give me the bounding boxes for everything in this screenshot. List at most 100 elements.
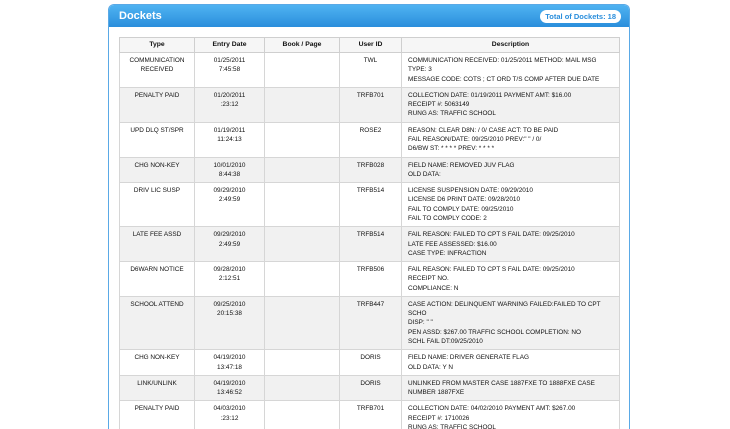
desc-line: COMMUNICATION RECEIVED: 01/25/2011 METHO… xyxy=(408,57,597,64)
type-line: RECEIVED xyxy=(140,66,174,74)
user-id-cell: TRFB447 xyxy=(339,295,402,351)
desc-line: D6/BW ST: * * * * PREV: * * * * xyxy=(408,145,495,153)
type-line: UPD DLQ ST/SPR xyxy=(130,126,184,134)
book-page-cell xyxy=(264,156,340,184)
date-line: 10/01/2010 xyxy=(213,161,246,169)
desc-line: MESSAGE CODE: COTS ; CT ORD T/S COMP AFT… xyxy=(408,75,600,83)
entry-date-cell: 09/29/2010 2:49:59 xyxy=(194,182,265,228)
type-cell: SCHOOL ATTEND xyxy=(119,295,195,351)
type-line: CHG NON-KEY xyxy=(134,354,180,362)
desc-line: UNLINKED FROM MASTER CASE 1887FXE TO 188… xyxy=(408,379,595,387)
description-cell: COLLECTION DATE: 01/19/2011 PAYMENT AMT:… xyxy=(401,86,620,123)
user-id-cell: TWL xyxy=(339,52,402,88)
entry-date-cell: 01/20/2011:23:12 xyxy=(194,86,265,123)
book-page-cell xyxy=(264,226,340,263)
column-header-entry-date: Entry Date xyxy=(194,37,265,53)
description-cell: COLLECTION DATE: 04/02/2010 PAYMENT AMT:… xyxy=(401,400,620,429)
description-cell: COMMUNICATION RECEIVED: 01/25/2011 METHO… xyxy=(401,52,620,88)
desc-line: FIELD NAME: REMOVED JUV FLAG xyxy=(408,161,515,169)
date-line: 13:47:18 xyxy=(217,363,242,371)
description-cell: LICENSE SUSPENSION DATE: 09/29/2010 LICEN… xyxy=(401,182,620,228)
book-page-cell xyxy=(264,349,340,376)
user-id-cell: ROSE2 xyxy=(339,121,402,158)
user-id-cell: TRFB701 xyxy=(339,400,402,429)
date-line: :23:12 xyxy=(220,414,239,422)
panel-title: Dockets xyxy=(119,10,162,22)
desc-line: NUMBER 1887FXE xyxy=(408,389,465,397)
desc-line: COLLECTION DATE: 01/19/2011 PAYMENT AMT:… xyxy=(408,91,572,99)
desc-line: REASON: CLEAR D8N: / 0/ CASE ACT: TO BE … xyxy=(408,126,559,134)
book-page-cell xyxy=(264,400,340,429)
description-cell: FAIL REASON: FAILED TO CPT S FAIL DATE: … xyxy=(401,226,620,263)
table-row: PENALTY PAID 04/03/2010:23:12 TRFB701 COLLE… xyxy=(119,400,620,429)
type-cell: CHG NON-KEY xyxy=(119,349,195,376)
desc-line: PEN ASSD: $267.00 TRAFFIC SCHOOL COMPLET… xyxy=(408,328,581,336)
table-row: LATE FEE ASSD 09/29/2010 2:49:59 TRFB514 FAI… xyxy=(119,226,620,263)
date-line: 01/25/2011 xyxy=(213,57,246,64)
desc-line: LICENSE D6 PRINT DATE: 09/28/2010 xyxy=(408,196,521,204)
type-line: DRIV LIC SUSP xyxy=(133,187,181,195)
entry-date-cell: 09/25/2010 20:15:38 xyxy=(194,295,265,351)
description-cell: REASON: CLEAR D8N: / 0/ CASE ACT: TO BE … xyxy=(401,121,620,158)
entry-date-cell: 10/01/2010 8:44:38 xyxy=(194,156,265,184)
type-cell: DRIV LIC SUSP xyxy=(119,182,195,228)
table-row: CHG NON-KEY 04/19/2010 13:47:18 DORIS FIELD … xyxy=(119,349,620,376)
type-line: COMMUNICATION xyxy=(129,57,185,64)
date-line: 2:49:59 xyxy=(218,240,241,248)
table-row: COMMUNICATION RECEIVED 01/25/2011 7:45:58 TW… xyxy=(119,52,620,88)
desc-line: RECEIPT #: 1710026 xyxy=(408,414,470,422)
desc-line: OLD DATA: Y N xyxy=(408,363,453,371)
date-line: 09/29/2010 xyxy=(213,231,246,239)
desc-line: LICENSE SUSPENSION DATE: 09/29/2010 xyxy=(408,187,533,195)
table-row: CHG NON-KEY 10/01/2010 8:44:38 TRFB028 FIELD… xyxy=(119,156,620,184)
date-line: 11:24:13 xyxy=(217,135,242,143)
entry-date-cell: 04/03/2010:23:12 xyxy=(194,400,265,429)
date-line: 2:49:59 xyxy=(218,196,241,204)
column-header-type: Type xyxy=(119,37,195,53)
date-line: 09/25/2010 xyxy=(213,300,246,308)
entry-date-cell: 04/19/2010 13:47:18 xyxy=(194,349,265,376)
total-dockets-badge: Total of Dockets: 18 xyxy=(540,9,621,23)
desc-line: LATE FEE ASSESSED: $16.00 xyxy=(408,240,497,248)
book-page-cell xyxy=(264,261,340,297)
type-line: PENALTY PAID xyxy=(134,405,180,413)
date-line: 20:15:38 xyxy=(217,310,242,318)
desc-line: FAIL REASON: FAILED TO CPT S FAIL DATE: … xyxy=(408,266,575,274)
book-page-cell xyxy=(264,182,340,228)
desc-line: FIELD NAME: DRIVER GENERATE FLAG xyxy=(408,354,529,362)
table-row: SCHOOL ATTEND 09/25/2010 20:15:38 TRFB447 CA… xyxy=(119,295,620,351)
dockets-panel: Dockets Total of Dockets: 18 Type Entry … xyxy=(108,4,630,429)
book-page-cell xyxy=(264,121,340,158)
desc-line: COMPLIANCE: N xyxy=(408,284,459,292)
user-id-cell: TRFB514 xyxy=(339,182,402,228)
desc-line: COLLECTION DATE: 04/02/2010 PAYMENT AMT:… xyxy=(408,405,576,413)
description-cell: UNLINKED FROM MASTER CASE 1887FXE TO 188… xyxy=(401,374,620,402)
book-page-cell xyxy=(264,52,340,88)
type-line: PENALTY PAID xyxy=(134,91,180,99)
date-line: 04/03/2010 xyxy=(213,405,246,413)
table-row: PENALTY PAID 01/20/2011:23:12 TRFB701 COLLE… xyxy=(119,86,620,123)
desc-line: RECEIPT #: 5063149 xyxy=(408,101,470,109)
desc-line: FAIL TO COMPLY CODE: 2 xyxy=(408,214,487,222)
column-header-book-page: Book / Page xyxy=(264,37,340,53)
type-cell: LINK/UNLINK xyxy=(119,374,195,402)
desc-line: RUNG AS: TRAFFIC SCHOOL xyxy=(408,110,496,118)
user-id-cell: DORIS xyxy=(339,349,402,376)
user-id-cell: TRFB028 xyxy=(339,156,402,184)
column-header-description: Description xyxy=(401,37,620,53)
desc-line: CASE ACTION: DELINQUENT WARNING FAILED:F… xyxy=(408,300,601,308)
book-page-cell xyxy=(264,86,340,123)
user-id-cell: DORIS xyxy=(339,374,402,402)
desc-line: RUNG AS: TRAFFIC SCHOOL xyxy=(408,424,496,429)
entry-date-cell: 09/28/2010 2:12:51 xyxy=(194,261,265,297)
column-header-user-id: User ID xyxy=(339,37,402,53)
user-id-cell: TRFB514 xyxy=(339,226,402,263)
type-cell: COMMUNICATION RECEIVED xyxy=(119,52,195,88)
date-line: :23:12 xyxy=(220,101,239,109)
type-cell: CHG NON-KEY xyxy=(119,156,195,184)
desc-line: FAIL REASON/DATE: 09/25/2010 PREV:" " / … xyxy=(408,135,542,143)
entry-date-cell: 09/29/2010 2:49:59 xyxy=(194,226,265,263)
desc-line: SCHL FAIL DT:09/25/2010 xyxy=(408,338,483,346)
user-id-cell: TRFB701 xyxy=(339,86,402,123)
type-line: D6WARN NOTICE xyxy=(130,266,184,274)
